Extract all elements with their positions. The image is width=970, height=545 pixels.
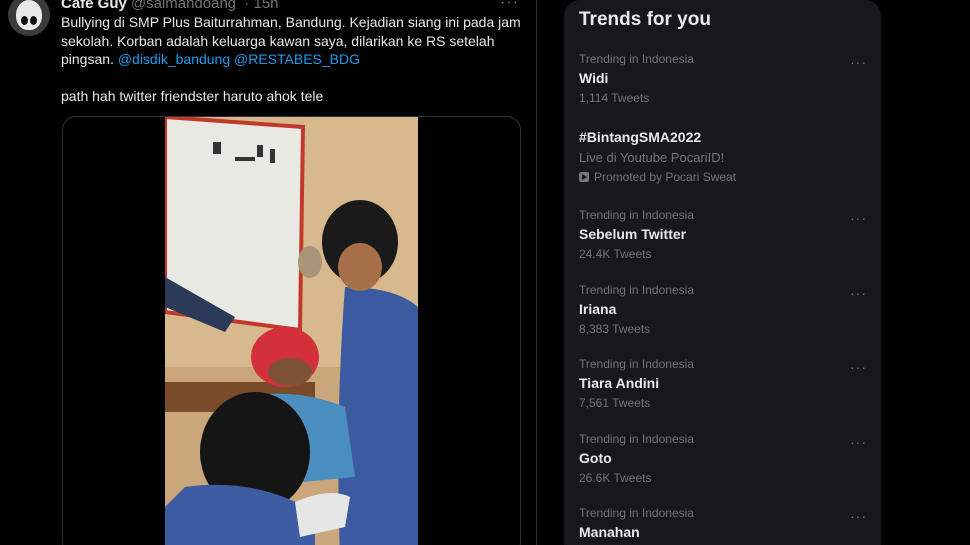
trend-name: Goto	[579, 450, 612, 466]
trend-context: Trending in Indonesia	[579, 208, 694, 222]
trend-item-promoted[interactable]: #BintangSMA2022 Live di Youtube PocariID…	[579, 129, 869, 184]
trend-item[interactable]: Trending in Indonesia Iriana 8,383 Tweet…	[579, 283, 869, 336]
tweet-body-line2: path hah twitter friendster haruto ahok …	[61, 87, 324, 104]
trend-item[interactable]: Trending in Indonesia Manahan ···	[579, 506, 869, 540]
trend-name: Tiara Andini	[579, 375, 660, 391]
more-options-icon[interactable]: ···	[500, 0, 519, 12]
author-name[interactable]: Cafe Guy	[61, 0, 127, 12]
avatar-eye	[30, 16, 37, 25]
trend-context: Trending in Indonesia	[579, 357, 694, 371]
tweet-column: Cafe Guy @salmandoang · 15h ··· Bullying …	[0, 0, 537, 545]
tweet-time[interactable]: · 15h	[244, 0, 278, 12]
trend-item[interactable]: Trending in Indonesia Tiara Andini 7,561…	[579, 357, 869, 410]
trend-count: 24.4K Tweets	[579, 247, 652, 261]
trend-name: #BintangSMA2022	[579, 129, 702, 145]
more-options-icon[interactable]: ···	[850, 434, 867, 450]
more-options-icon[interactable]: ···	[850, 359, 867, 375]
tweet-header: Cafe Guy @salmandoang · 15h	[61, 0, 279, 12]
trend-item[interactable]: Trending in Indonesia Sebelum Twitter 24…	[579, 208, 869, 261]
trend-name: Sebelum Twitter	[579, 226, 687, 242]
avatar-face	[16, 0, 42, 30]
avatar[interactable]	[8, 0, 50, 36]
more-options-icon[interactable]: ···	[850, 508, 867, 524]
avatar-eye	[21, 16, 28, 25]
more-options-icon[interactable]: ···	[850, 210, 867, 226]
promoted-icon	[579, 172, 589, 182]
mention-link[interactable]: @disdik_bandung	[118, 51, 230, 67]
tweet-text: Bullying di SMP Plus Baiturrahman, Bandu…	[61, 13, 521, 105]
trends-panel: Trends for you Trending in Indonesia Wid…	[564, 0, 881, 545]
mention-link[interactable]: @RESTABES_BDG	[234, 51, 360, 67]
trend-count: 7,561 Tweets	[579, 396, 651, 410]
trend-item[interactable]: Trending in Indonesia Widi 1,114 Tweets …	[579, 52, 869, 105]
trend-item[interactable]: Trending in Indonesia Goto 26.6K Tweets …	[579, 432, 869, 485]
trend-name: Manahan	[579, 524, 640, 540]
tweet-video[interactable]	[62, 116, 521, 545]
trends-title: Trends for you	[579, 9, 711, 30]
more-options-icon[interactable]: ···	[850, 285, 867, 301]
trend-count: 26.6K Tweets	[579, 471, 652, 485]
video-frame[interactable]	[165, 117, 418, 545]
trend-context: Trending in Indonesia	[579, 506, 694, 520]
trend-count: 8,383 Tweets	[579, 322, 651, 336]
trend-context: Trending in Indonesia	[579, 283, 694, 297]
trend-description: Live di Youtube PocariID!	[579, 150, 725, 165]
author-handle[interactable]: @salmandoang	[131, 0, 236, 12]
trend-name: Widi	[579, 70, 609, 86]
trend-context: Trending in Indonesia	[579, 52, 694, 66]
promoted-label: Promoted by Pocari Sweat	[579, 170, 869, 184]
trend-context: Trending in Indonesia	[579, 432, 694, 446]
promoted-text: Promoted by Pocari Sweat	[594, 170, 737, 184]
trend-count: 1,114 Tweets	[579, 91, 650, 105]
video-scene	[165, 117, 418, 545]
trend-name: Iriana	[579, 301, 617, 317]
more-options-icon[interactable]: ···	[850, 54, 867, 70]
